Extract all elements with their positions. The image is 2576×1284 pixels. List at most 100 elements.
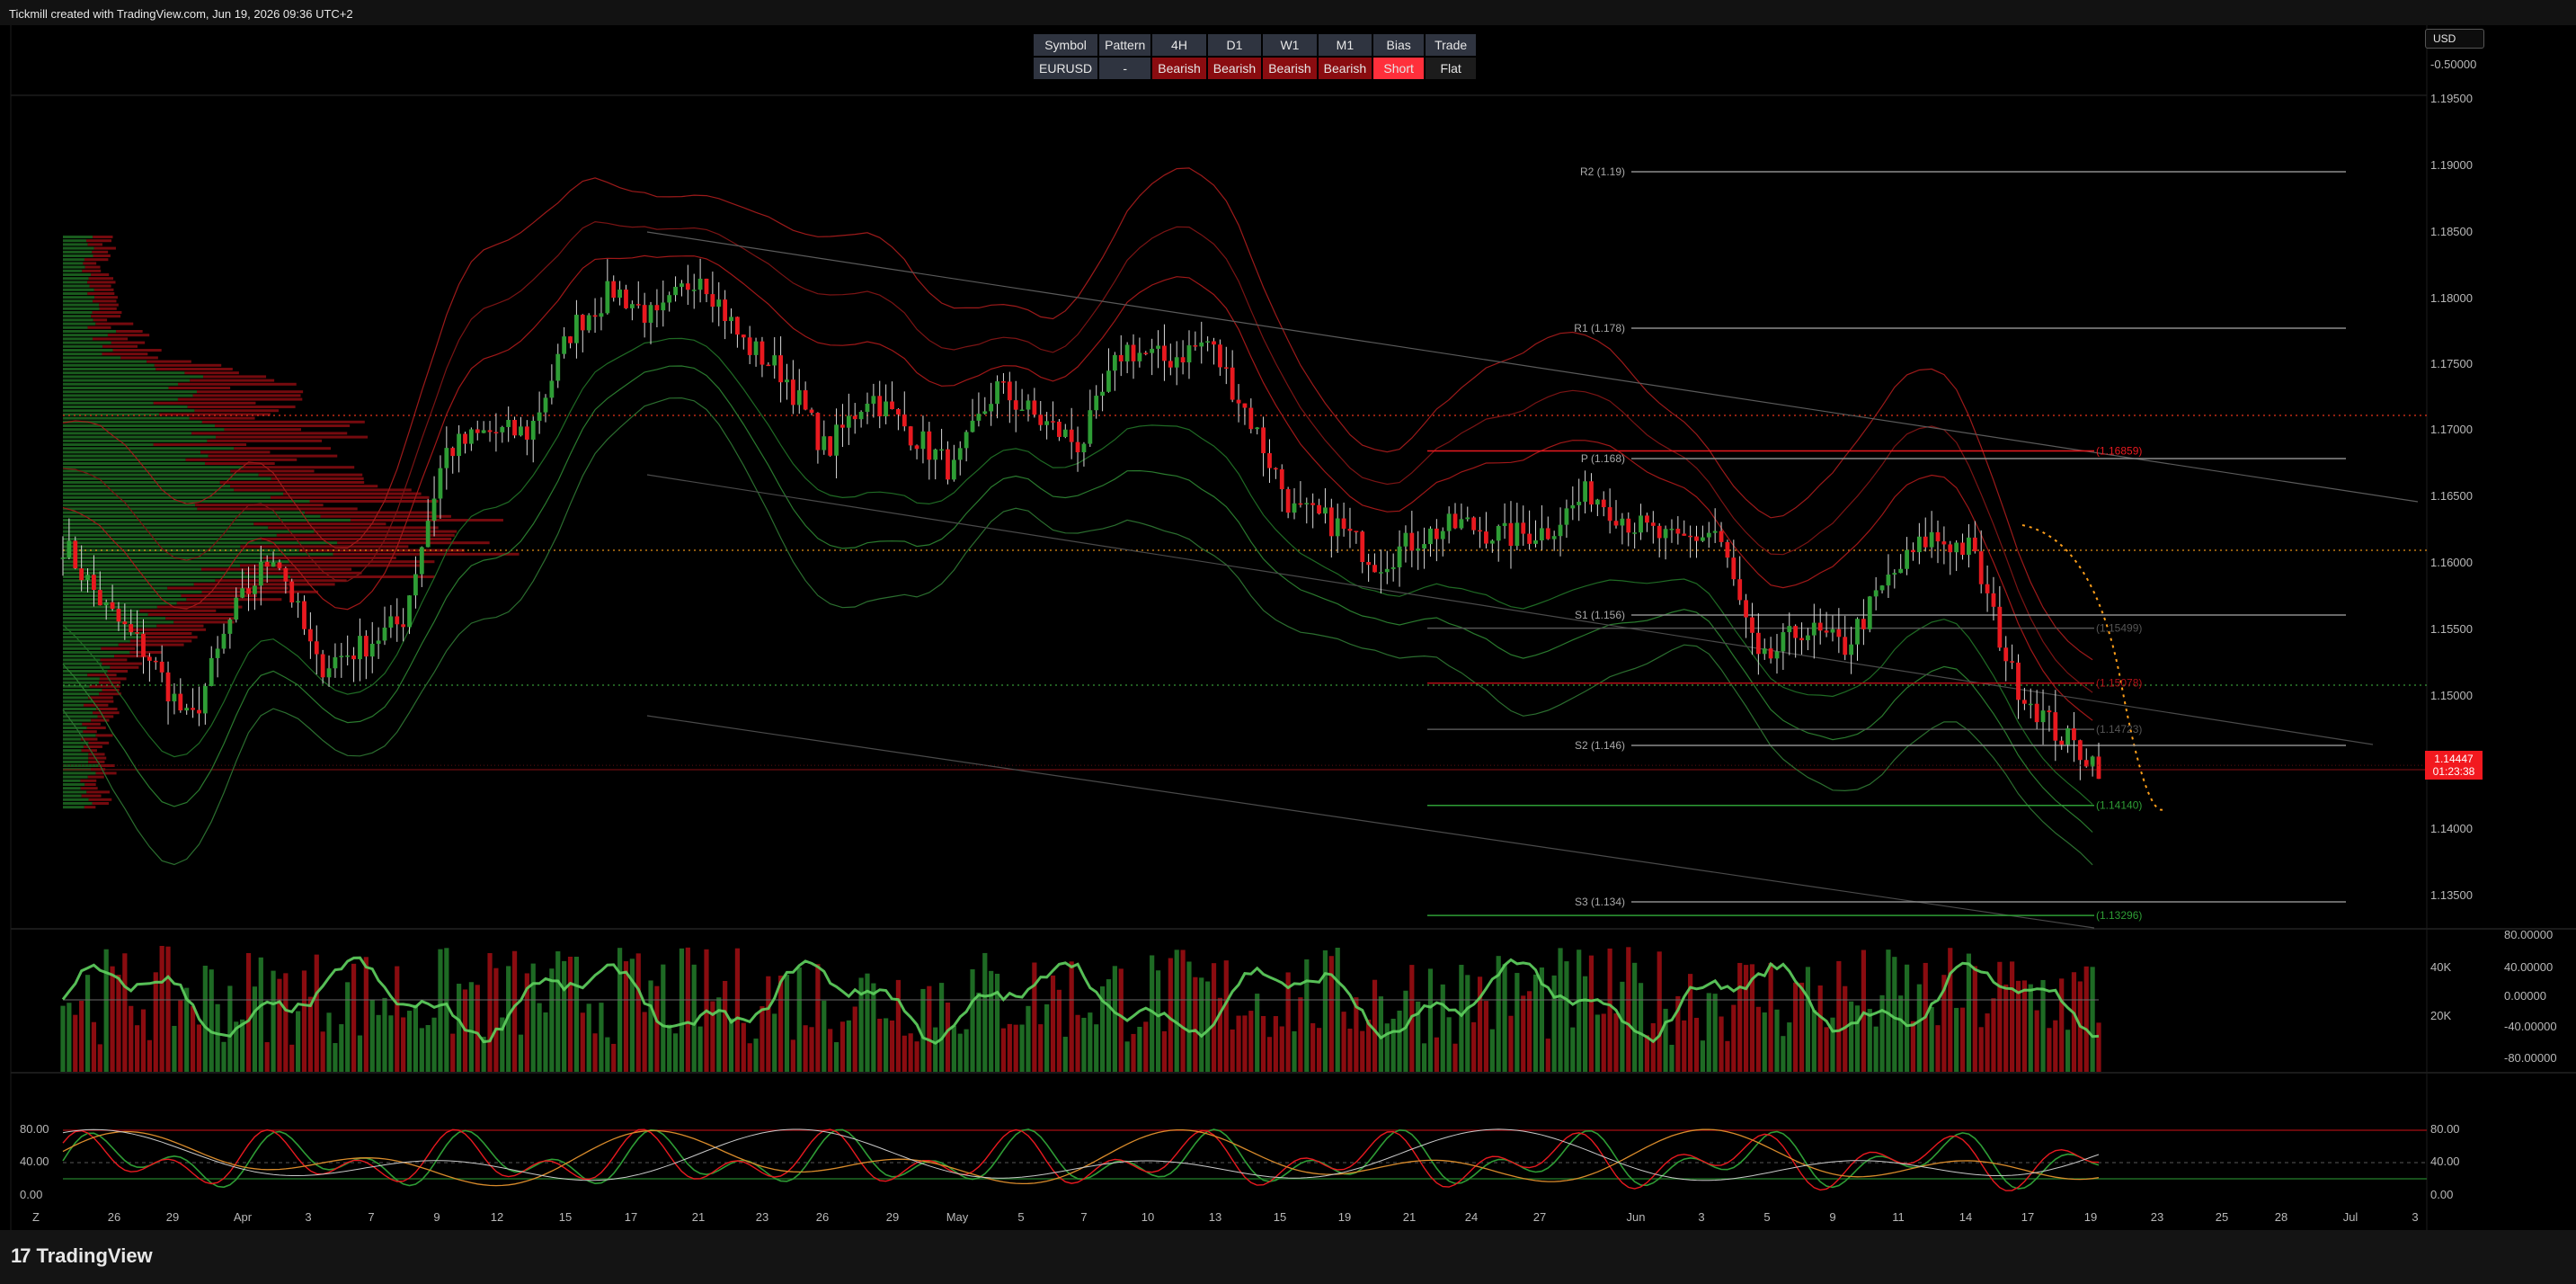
volume-bar	[951, 1025, 956, 1072]
time-axis-tick: 7	[1080, 1210, 1087, 1224]
volume-bar	[382, 997, 387, 1072]
volume-bar	[759, 1006, 765, 1072]
volume-bar	[79, 1001, 84, 1072]
volume-bar	[920, 988, 926, 1072]
volume-bar	[884, 1018, 889, 1072]
profile-bar-sell	[155, 368, 233, 370]
volume-bar	[1094, 1024, 1099, 1072]
candle-body	[933, 449, 938, 460]
profile-bar-buy	[63, 368, 156, 370]
volume-bar	[822, 1000, 827, 1072]
profile-bar-buy	[63, 628, 132, 631]
profile-bar-buy	[63, 390, 198, 394]
volume-bar	[1638, 983, 1644, 1072]
volume-bar	[406, 1011, 413, 1072]
volume-bar	[1570, 1027, 1576, 1072]
volume-bar	[129, 1005, 134, 1072]
candle-body	[1941, 541, 1947, 545]
candle-body	[939, 449, 944, 451]
tradingview-brand[interactable]: 17 TradingView	[11, 1244, 153, 1268]
profile-bar-sell	[200, 567, 352, 571]
profile-bar-sell	[116, 330, 143, 333]
profile-bar-buy	[63, 643, 119, 646]
time-axis-tick: 29	[166, 1210, 179, 1224]
candle-body	[129, 624, 134, 633]
volume-bar	[84, 975, 91, 1072]
price-axis-tick: 1.15500	[2430, 622, 2473, 636]
volume-bar	[1161, 1030, 1168, 1072]
candle-body	[970, 420, 975, 432]
candle-body	[253, 585, 257, 594]
candle-body	[877, 396, 883, 417]
candle-body	[463, 433, 467, 444]
volume-bar	[1335, 948, 1340, 1072]
profile-bar-buy	[63, 307, 100, 310]
volume-bar	[914, 1041, 919, 1072]
pivot-label: S2 (1.146)	[1575, 739, 1625, 752]
tradingview-logo-icon: 17	[11, 1244, 31, 1267]
volume-bar	[1279, 1026, 1284, 1072]
candle-body	[1223, 367, 1229, 369]
price-axis-tick: 1.18500	[2430, 225, 2473, 238]
candle-body	[747, 337, 752, 355]
volume-bar	[1781, 1036, 1786, 1072]
volume-bar	[395, 966, 400, 1072]
bias-header-3: D1	[1207, 34, 1262, 56]
volume-bar	[623, 961, 629, 1072]
candle-body	[326, 668, 332, 678]
profile-bar-sell	[197, 507, 358, 511]
volume-bar	[1508, 1015, 1514, 1072]
chart-canvas[interactable]: R2 (1.19) R1 (1.178) P (1.168) S1 (1.156) S2…	[0, 0, 2576, 1230]
volume-bar	[1199, 977, 1204, 1072]
candle-body	[555, 353, 561, 381]
bias-header-4: W1	[1263, 34, 1317, 56]
profile-bar-buy	[63, 677, 100, 681]
candle-body	[333, 656, 338, 669]
candle-body	[914, 445, 919, 450]
volume-bar	[635, 953, 641, 1072]
candle-body	[369, 643, 375, 657]
candle-body	[1650, 522, 1656, 526]
profile-bar-buy	[63, 749, 82, 753]
candle-body	[574, 315, 579, 343]
volume-bar	[537, 1003, 542, 1072]
time-axis-tick: 19	[2084, 1210, 2097, 1224]
volume-bar	[147, 1039, 152, 1072]
candle-body	[1762, 648, 1767, 655]
profile-bar-sell	[93, 711, 120, 715]
candle-body	[778, 355, 784, 383]
candle-body	[1755, 632, 1761, 655]
profile-bar-buy	[63, 552, 333, 556]
profile-bar-buy	[63, 495, 271, 499]
candle-body	[1323, 507, 1328, 514]
volume-bar	[140, 1009, 147, 1072]
candle-body	[1242, 403, 1248, 408]
profile-bar-buy	[63, 387, 169, 389]
candle-body	[611, 281, 617, 299]
candle-body	[1081, 443, 1087, 452]
volume-bar	[1551, 975, 1557, 1072]
volume-bar	[1038, 1024, 1044, 1072]
currency-selector[interactable]: USD	[2425, 29, 2484, 49]
profile-bar-sell	[87, 673, 117, 677]
profile-bar-buy	[63, 416, 190, 420]
profile-bar-sell	[176, 602, 236, 605]
candle-body	[759, 341, 765, 365]
candle-body	[493, 432, 499, 433]
profile-bar-sell	[99, 307, 117, 310]
volume-bar	[648, 980, 653, 1072]
volume-bar	[122, 953, 128, 1072]
volume-bar	[753, 1039, 759, 1072]
candle-body	[264, 561, 270, 567]
candle-body	[1261, 427, 1266, 454]
volume-bar	[599, 1003, 604, 1072]
candle-body	[1843, 637, 1848, 655]
profile-bar-sell	[100, 658, 128, 662]
candle-body	[258, 561, 263, 586]
volume-bar	[586, 1003, 591, 1072]
profile-bar-sell	[193, 583, 335, 586]
profile-bar-sell	[82, 269, 102, 272]
time-axis-tick: 23	[2151, 1210, 2163, 1224]
profile-bar-buy	[63, 700, 93, 703]
profile-bar-buy	[63, 500, 310, 503]
